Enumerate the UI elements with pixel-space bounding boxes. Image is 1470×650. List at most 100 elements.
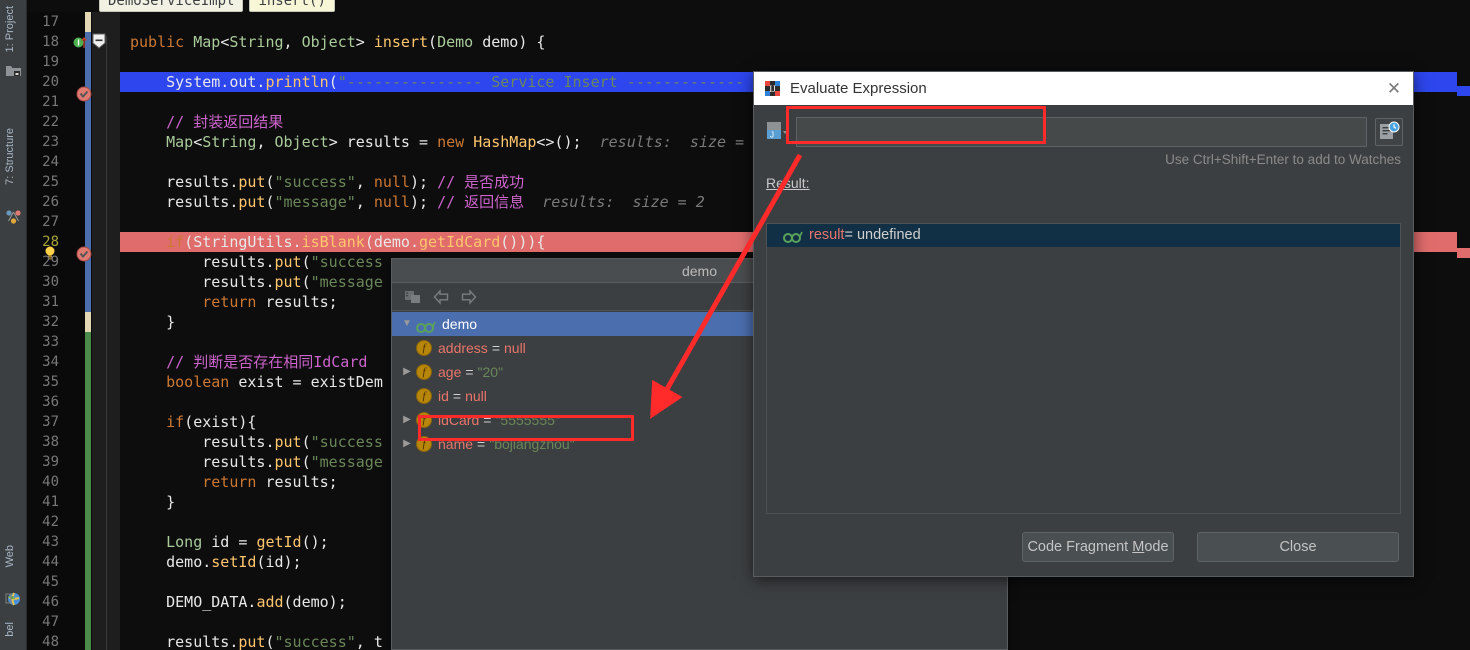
- code-token: results.: [130, 633, 238, 650]
- expression-input[interactable]: demo.setIdCard("5555555"): [796, 117, 1367, 147]
- field-name: name: [438, 432, 473, 456]
- line-number: 30: [33, 272, 59, 292]
- intellij-idea-icon: IJ: [764, 80, 781, 97]
- changebar-segment: [85, 312, 91, 332]
- scrollbar-marker-strip[interactable]: [1457, 12, 1470, 650]
- result-label-text: Result:: [766, 175, 810, 191]
- breakpoint-verified-icon[interactable]: [76, 246, 92, 266]
- code-token: results.: [130, 453, 275, 471]
- field-name: idCard: [438, 408, 479, 432]
- code-token: Object: [302, 33, 356, 51]
- code-token: (: [302, 453, 311, 471]
- svg-text:IJ: IJ: [769, 84, 776, 94]
- code-token: // 封装返回结果: [130, 113, 283, 131]
- changebar-segment: [85, 12, 91, 32]
- field-name: id: [438, 384, 449, 408]
- chevron-right-icon[interactable]: ▶: [398, 408, 416, 432]
- project-icon: [5, 62, 22, 79]
- chevron-right-icon[interactable]: ▶: [398, 432, 416, 456]
- chevron-down-icon[interactable]: ▼: [398, 312, 416, 336]
- code-token: // 是否成功: [437, 173, 524, 191]
- evaluate-expression-dialog[interactable]: IJ Evaluate Expression ✕ J demo.setIdCar…: [753, 71, 1414, 577]
- code-token: (demo);: [284, 593, 347, 611]
- sidebar-item-structure[interactable]: 7: Structure: [4, 128, 16, 185]
- fold-collapse-icon[interactable]: [92, 33, 106, 53]
- run-method-icon[interactable]: [73, 35, 88, 54]
- code-token: demo: [473, 33, 518, 51]
- code-token: put: [238, 173, 265, 191]
- sidebar-item-label[interactable]: bel: [4, 622, 16, 637]
- sidebar-item-web[interactable]: Web: [4, 545, 16, 567]
- result-row[interactable]: result = undefined: [767, 224, 1400, 247]
- code-token: >: [356, 33, 374, 51]
- code-token: Map: [166, 133, 193, 151]
- code-token: results;: [256, 293, 337, 311]
- line-number: 38: [33, 432, 59, 452]
- code-token: (: [302, 273, 311, 291]
- code-token: put: [275, 253, 302, 271]
- expression-history-icon[interactable]: [1375, 118, 1403, 146]
- line-number: 43: [33, 532, 59, 552]
- editor-gutter[interactable]: 1718192021222324252627282930313233343536…: [27, 12, 92, 650]
- close-icon[interactable]: ✕: [1383, 78, 1405, 100]
- code-token: "message: [311, 453, 383, 471]
- language-selector-icon[interactable]: J: [764, 119, 790, 145]
- breadcrumb-class[interactable]: DemoServiceImpl: [99, 0, 243, 12]
- code-token: results.: [130, 433, 275, 451]
- code-token: DEMO_DATA.: [130, 593, 256, 611]
- line-number: 35: [33, 372, 59, 392]
- code-token: (: [302, 433, 311, 451]
- code-line: [120, 52, 1470, 72]
- breakpoint-verified-icon[interactable]: [76, 86, 92, 106]
- line-number: 19: [33, 52, 59, 72]
- editor-fold-column[interactable]: [92, 12, 120, 650]
- code-line: public Map<String, Object> insert(Demo d…: [120, 32, 1470, 52]
- field-icon: f: [416, 364, 432, 380]
- breadcrumb-method[interactable]: insert(): [249, 0, 334, 12]
- screen: 1: Project 7: Structure Web: [0, 0, 1470, 650]
- code-token: Object: [275, 133, 329, 151]
- line-number: 26: [33, 192, 59, 212]
- line-number: 18: [33, 32, 59, 52]
- sidebar-item-project[interactable]: 1: Project: [4, 6, 16, 52]
- line-number: 45: [33, 572, 59, 592]
- code-token: results: size = 2: [582, 133, 763, 151]
- field-value: "20": [478, 360, 504, 384]
- code-token: isBlank: [302, 233, 365, 251]
- line-number: 37: [33, 412, 59, 432]
- code-token: (: [329, 73, 338, 91]
- dialog-footer: Code Fragment Mode Close: [754, 518, 1413, 576]
- tree-root-label: demo: [442, 312, 477, 336]
- arrow-right-icon[interactable]: [460, 288, 478, 306]
- code-token: (StringUtils.: [184, 233, 301, 251]
- field-value: "5555555": [495, 408, 559, 432]
- line-number: 40: [33, 472, 59, 492]
- code-token: "message: [311, 273, 383, 291]
- code-token: insert: [374, 33, 428, 51]
- code-token: public: [130, 33, 193, 51]
- code-token: (exist){: [184, 413, 256, 431]
- code-token: put: [238, 193, 265, 211]
- sidebar-item-project-label: 1: Project: [4, 6, 16, 52]
- code-token: ,: [284, 33, 302, 51]
- copy-value-icon[interactable]: [404, 288, 422, 306]
- dialog-titlebar[interactable]: IJ Evaluate Expression ✕: [754, 72, 1413, 105]
- close-button-label: Close: [1279, 539, 1316, 555]
- code-fragment-mode-button[interactable]: Code Fragment Mode: [1022, 532, 1174, 562]
- code-token: HashMap: [473, 133, 536, 151]
- close-button[interactable]: Close: [1197, 532, 1399, 562]
- code-token: ())){: [500, 233, 545, 251]
- code-token: results.: [130, 253, 275, 271]
- line-number: 33: [33, 332, 59, 352]
- line-number: 46: [33, 592, 59, 612]
- code-token: exist = existDem: [229, 373, 383, 391]
- line-number: 48: [33, 632, 59, 650]
- result-variable-name: result: [809, 224, 844, 247]
- result-panel[interactable]: result = undefined: [766, 223, 1401, 514]
- code-fragment-mode-label-pre: Code Fragment: [1027, 539, 1132, 555]
- arrow-left-icon[interactable]: [432, 288, 450, 306]
- code-token: results: size = 2: [524, 193, 705, 211]
- watches-hint: Use Ctrl+Shift+Enter to add to Watches: [754, 147, 1413, 167]
- line-number: 21: [33, 92, 59, 112]
- chevron-right-icon[interactable]: ▶: [398, 360, 416, 384]
